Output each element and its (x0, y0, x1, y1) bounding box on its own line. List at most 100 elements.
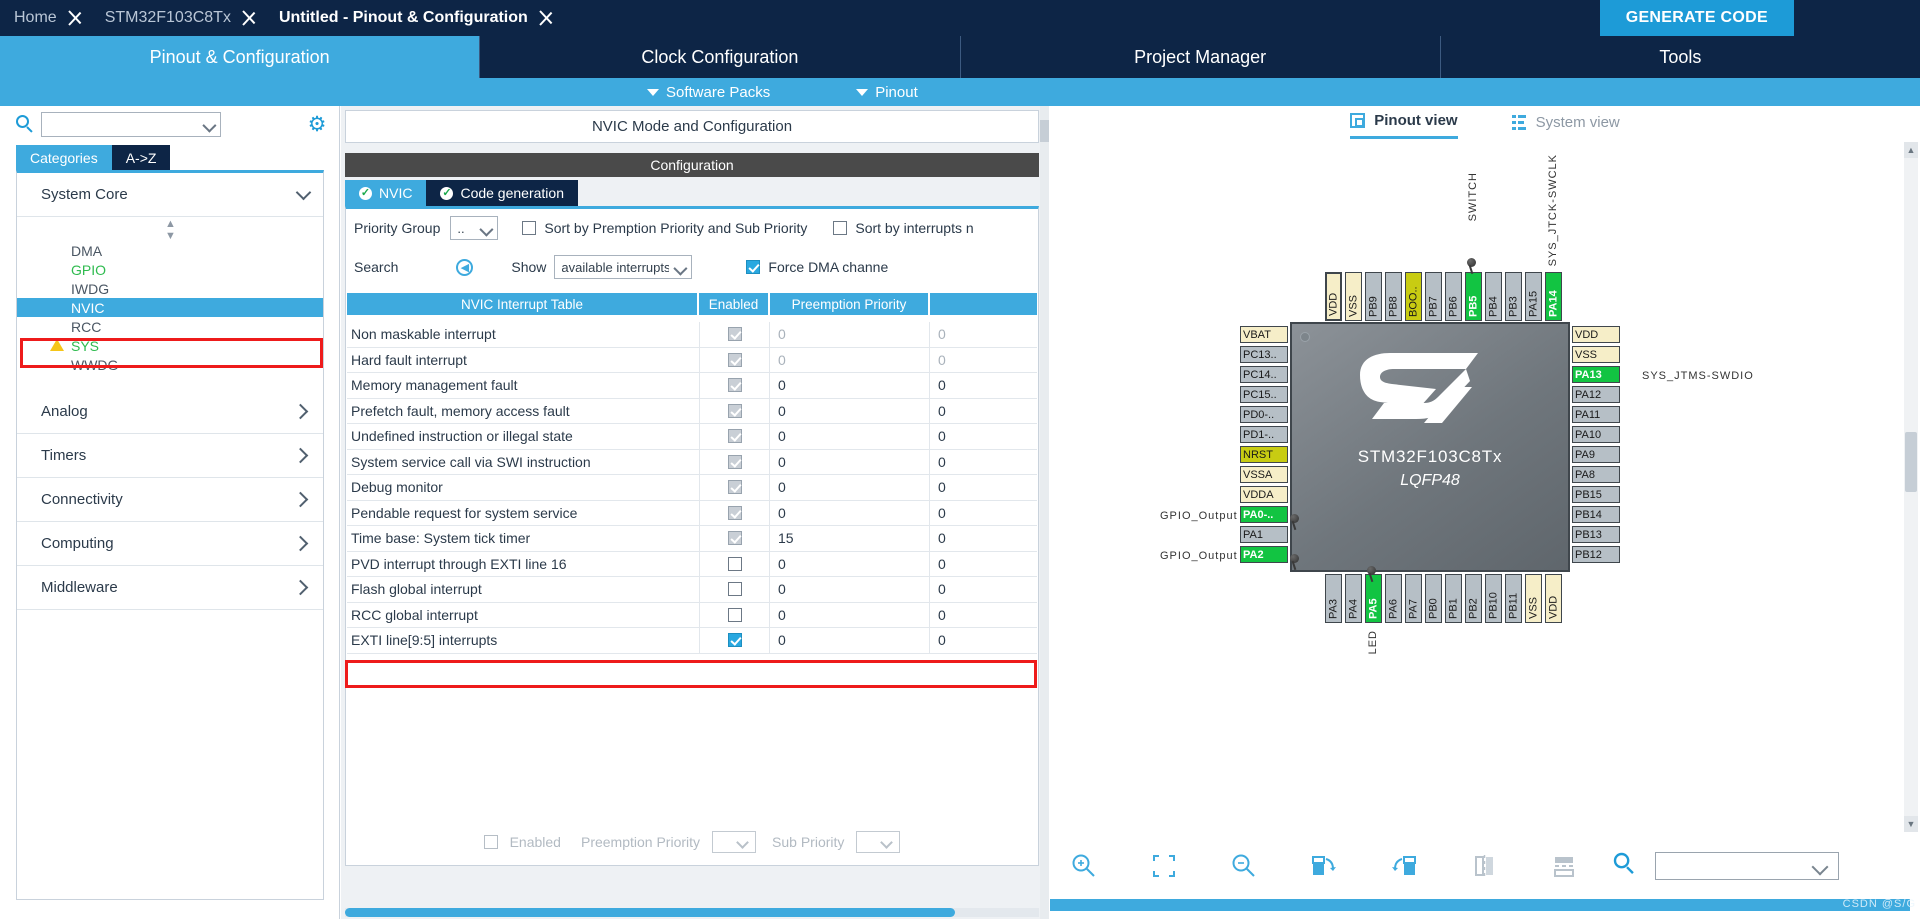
pin-left-11[interactable]: PA1 (1240, 526, 1288, 543)
scroll-down-arrow-icon[interactable]: ▼ (1904, 816, 1918, 832)
pin-bottom-9[interactable]: PB10 (1485, 574, 1502, 623)
pin-left-9[interactable]: VDDA (1240, 486, 1288, 503)
column-header-sub-priority[interactable] (930, 293, 1037, 315)
pin-bottom-7[interactable]: PB1 (1445, 574, 1462, 623)
sub-priority-cell[interactable]: 0 (930, 373, 1037, 398)
enabled-checkbox[interactable] (727, 633, 742, 648)
table-row-exti-line-9-5[interactable]: EXTI line[9:5] interrupts 0 0 (347, 628, 1037, 654)
group-timers[interactable]: Timers (17, 434, 323, 478)
sidebar-search-input[interactable] (41, 111, 221, 137)
pin-right-1[interactable]: VDD (1572, 326, 1620, 343)
pin-top-2[interactable]: VSS (1345, 272, 1362, 321)
rotate-left-icon[interactable] (1380, 846, 1428, 886)
group-middleware[interactable]: Middleware (17, 566, 323, 610)
enabled-checkbox[interactable] (727, 454, 742, 469)
enabled-checkbox[interactable] (727, 531, 742, 546)
pin-right-2[interactable]: VSS (1572, 346, 1620, 363)
sub-priority-cell[interactable]: 0 (930, 628, 1037, 653)
force-dma-checkbox[interactable] (746, 260, 761, 274)
pin-bottom-12[interactable]: VDD (1545, 574, 1562, 623)
pin-top-11[interactable]: PA15 (1525, 272, 1542, 321)
pin-bottom-5[interactable]: PA7 (1405, 574, 1422, 623)
tab-pinout-configuration[interactable]: Pinout & Configuration (0, 36, 481, 78)
toggle-table-icon[interactable] (1540, 846, 1588, 886)
show-filter-select[interactable]: available interrupts (554, 255, 693, 279)
pin-top-5[interactable]: BOO.. (1405, 272, 1422, 321)
sidebar-item-sys[interactable]: SYS (17, 336, 323, 355)
group-system-core[interactable]: System Core (17, 173, 323, 217)
pin-top-3[interactable]: PB9 (1365, 272, 1382, 321)
pin-right-8[interactable]: PA8 (1572, 466, 1620, 483)
table-row[interactable]: Debug monitor 0 0 (347, 475, 1037, 501)
enabled-checkbox[interactable] (727, 378, 742, 393)
sub-priority-cell[interactable]: 0 (930, 399, 1037, 424)
priority-group-select[interactable]: .. (450, 216, 499, 240)
sidebar-item-rcc[interactable]: RCC (17, 317, 323, 336)
table-row[interactable]: Time base: System tick timer 15 0 (347, 526, 1037, 552)
preemption-cell[interactable]: 15 (770, 526, 930, 551)
table-row[interactable]: PVD interrupt through EXTI line 16 0 0 (347, 551, 1037, 577)
preemption-cell[interactable]: 0 (770, 373, 930, 398)
tab-code-generation[interactable]: ✓ Code generation (426, 180, 578, 206)
breadcrumb-item-current[interactable]: Untitled - Pinout & Configuration (265, 0, 530, 36)
pin-left-3[interactable]: PC14.. (1240, 366, 1288, 383)
reset-search-icon[interactable]: ◀ (456, 258, 474, 276)
sub-priority-cell[interactable]: 0 (930, 322, 1037, 347)
tab-nvic[interactable]: ✓ NVIC (345, 180, 427, 206)
flip-vertical-icon[interactable] (1460, 846, 1508, 886)
enabled-checkbox[interactable] (727, 403, 742, 418)
column-header-enabled[interactable]: Enabled (699, 293, 770, 315)
table-row[interactable]: System service call via SWI instruction … (347, 449, 1037, 475)
pin-left-2[interactable]: PC13.. (1240, 346, 1288, 363)
sidebar-item-dma[interactable]: DMA (17, 241, 323, 260)
pin-left-10-pa0[interactable]: PA0-.. (1240, 506, 1288, 523)
pin-top-9[interactable]: PB4 (1485, 272, 1502, 321)
pin-left-12-pa2[interactable]: PA2 (1240, 546, 1288, 563)
pin-left-4[interactable]: PC15.. (1240, 386, 1288, 403)
table-row[interactable]: Memory management fault 0 0 (347, 373, 1037, 399)
sort-premption-checkbox[interactable] (522, 221, 537, 235)
column-header-interrupt-table[interactable]: NVIC Interrupt Table (347, 293, 699, 315)
breadcrumb-item-home[interactable]: Home (0, 0, 59, 36)
tab-project-manager[interactable]: Project Manager (961, 36, 1441, 78)
scrollbar-thumb[interactable] (1905, 432, 1917, 492)
tab-system-view[interactable]: System view (1511, 109, 1620, 139)
preemption-cell[interactable]: 0 (770, 449, 930, 474)
pin-bottom-6[interactable]: PB0 (1425, 574, 1442, 623)
pin-right-4[interactable]: PA12 (1572, 386, 1620, 403)
pin-bottom-10[interactable]: PB11 (1505, 574, 1522, 623)
horizontal-scrollbar[interactable] (345, 908, 1039, 917)
tab-a-to-z[interactable]: A->Z (111, 145, 171, 170)
gear-icon[interactable]: ⚙ (306, 114, 328, 136)
generate-code-button[interactable]: GENERATE CODE (1599, 0, 1794, 36)
pin-right-7[interactable]: PA9 (1572, 446, 1620, 463)
sub-priority-cell[interactable]: 0 (930, 475, 1037, 500)
group-connectivity[interactable]: Connectivity (17, 478, 323, 522)
pin-left-8[interactable]: VSSA (1240, 466, 1288, 483)
sub-priority-cell[interactable]: 0 (930, 577, 1037, 602)
pin-bottom-2[interactable]: PA4 (1345, 574, 1362, 623)
sub-priority-cell[interactable]: 0 (930, 552, 1037, 577)
rotate-right-icon[interactable] (1300, 846, 1348, 886)
zoom-in-icon[interactable] (1060, 846, 1108, 886)
preemption-cell[interactable]: 0 (770, 398, 930, 423)
table-row[interactable]: Flash global interrupt 0 0 (347, 577, 1037, 603)
splitter-collapse-button[interactable] (1040, 120, 1049, 142)
pin-right-10[interactable]: PB14 (1572, 506, 1620, 523)
software-packs-menu[interactable]: Software Packs (647, 84, 770, 101)
pinout-search-icon[interactable] (1613, 852, 1640, 879)
pane-splitter[interactable] (1040, 106, 1049, 919)
enabled-checkbox[interactable] (727, 352, 742, 367)
enabled-checkbox[interactable] (727, 480, 742, 495)
tab-tools[interactable]: Tools (1441, 36, 1920, 78)
pin-right-3-pa13[interactable]: PA13 (1572, 366, 1620, 383)
group-computing[interactable]: Computing (17, 522, 323, 566)
sidebar-item-iwdg[interactable]: IWDG (17, 279, 323, 298)
sort-interrupts-checkbox[interactable] (833, 221, 848, 235)
column-header-preemption-priority[interactable]: Preemption Priority (770, 293, 930, 315)
table-row[interactable]: Pendable request for system service 0 0 (347, 500, 1037, 526)
pin-bottom-8[interactable]: PB2 (1465, 574, 1482, 623)
pin-top-1[interactable]: VDD (1325, 272, 1342, 321)
pin-top-12-pa14[interactable]: PA14 (1545, 272, 1562, 321)
preemption-cell[interactable]: 0 (770, 347, 930, 372)
